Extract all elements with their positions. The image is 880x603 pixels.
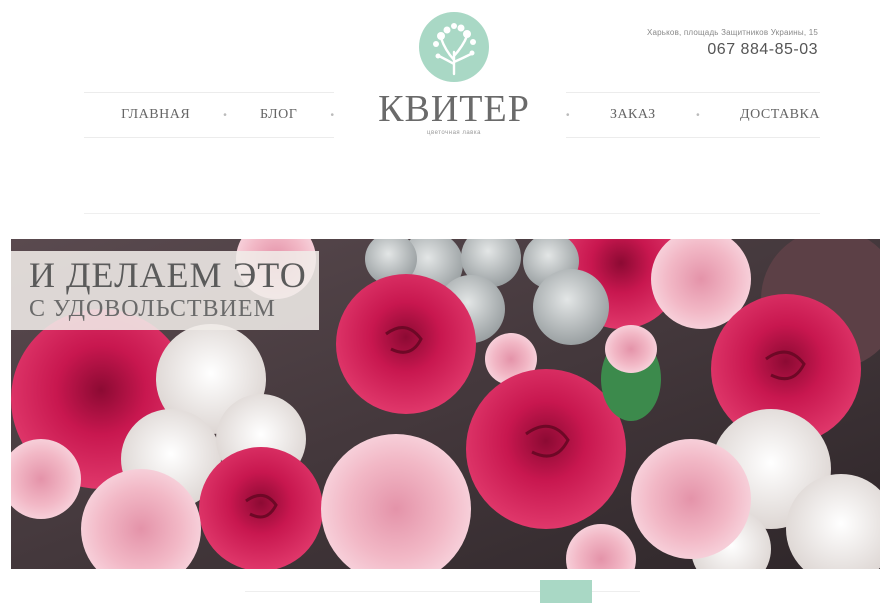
nav-separator-dot: • (696, 109, 700, 121)
nav-item-order[interactable]: ЗАКАЗ (610, 107, 656, 123)
address-text: Харьков, площадь Защитников Украины, 15 (646, 28, 818, 37)
nav-separator-dot: • (330, 109, 334, 121)
nav-item-home[interactable]: ГЛАВНАЯ (121, 107, 190, 123)
phone-number[interactable]: 067 884-85-03 (647, 41, 818, 59)
nav-separator-dot: • (223, 109, 227, 121)
hero-subheadline: С УДОВОЛЬСТВИЕМ (29, 295, 276, 322)
site-header: Харьков, площадь Защитников Украины, 15 … (0, 0, 880, 200)
hero-caption: И ДЕЛАЕМ ЭТО С УДОВОЛЬСТВИЕМ (11, 251, 319, 330)
nav-separator-dot: • (566, 109, 570, 121)
slider-pagination (0, 580, 880, 603)
hero-banner: И ДЕЛАЕМ ЭТО С УДОВОЛЬСТВИЕМ (11, 239, 880, 569)
slider-active-indicator[interactable] (540, 580, 592, 603)
nav-item-blog[interactable]: БЛОГ (260, 107, 297, 123)
logo-title: КВИТЕР (378, 88, 530, 130)
logo[interactable]: КВИТЕР цветочная лавка (374, 12, 534, 136)
nav-item-delivery[interactable]: ДОСТАВКА (740, 107, 820, 123)
hero-headline: И ДЕЛАЕМ ЭТО (29, 255, 307, 295)
logo-subtitle: цветочная лавка (427, 130, 481, 136)
nav-right: • ЗАКАЗ • ДОСТАВКА (566, 92, 820, 138)
nav-left: ГЛАВНАЯ • БЛОГ • (84, 92, 334, 138)
contact-block: Харьков, площадь Защитников Украины, 15 … (647, 28, 818, 59)
header-divider (84, 213, 820, 214)
logo-tree-icon (419, 12, 489, 82)
